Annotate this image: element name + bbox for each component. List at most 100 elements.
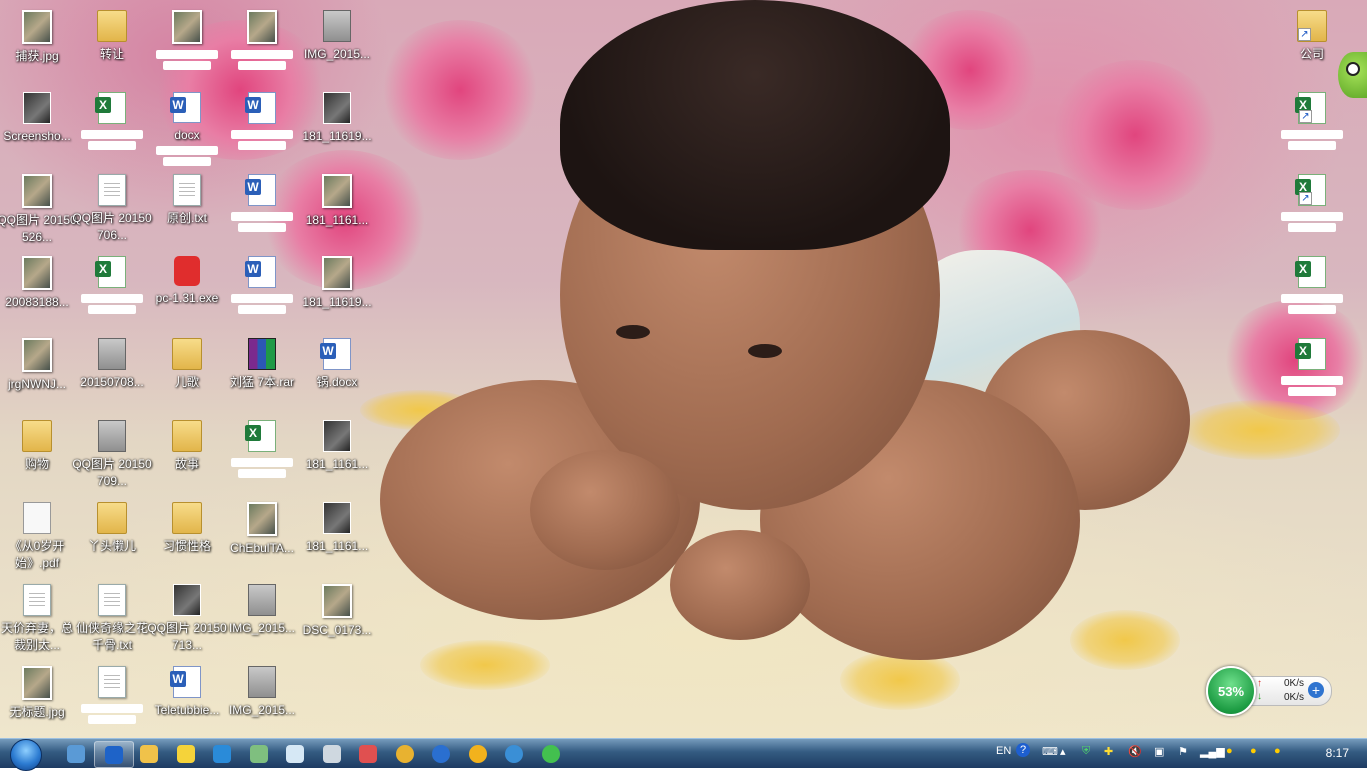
redacted-label-bar [1288, 387, 1336, 396]
qq-tray-icon[interactable]: ● [1226, 745, 1233, 757]
language-indicator[interactable]: EN [996, 745, 1011, 757]
desktop-icon[interactable]: 181_11619... [296, 84, 378, 166]
desktop-icon[interactable]: DSC_0173... [296, 576, 378, 658]
action-center-flag-icon[interactable]: ⚑ [1178, 745, 1188, 758]
desktop-icon[interactable] [221, 412, 303, 494]
mascot-widget[interactable] [1338, 52, 1367, 98]
security-shield-icon[interactable]: ⛨ [1082, 745, 1090, 758]
qq-tray-icon-3[interactable]: ● [1274, 745, 1281, 757]
redacted-label-bar [163, 157, 211, 166]
redacted-label-bar [1281, 212, 1343, 221]
desktop-icon[interactable]: Teletubbie... [146, 658, 228, 740]
taskbar-qq-button[interactable] [167, 741, 205, 766]
memory-usage-ball[interactable]: 53% [1206, 666, 1256, 716]
network-speed-widget[interactable]: 53% ↑ ↓ 0K/s 0K/s + [1206, 666, 1332, 716]
taskbar-paint-button[interactable] [349, 741, 387, 766]
taskbar-chrome-button[interactable] [386, 741, 424, 766]
desktop-icon[interactable]: 捕获.jpg [0, 2, 78, 84]
desktop-icon[interactable]: QQ图片 20150706... [71, 166, 153, 248]
taskbar-app-yellow-button[interactable] [459, 741, 497, 766]
desktop-icon[interactable]: 181_1161... [296, 494, 378, 576]
desktop-icon[interactable]: QQ图片 20150709... [71, 412, 153, 494]
desktop-icon[interactable]: 181_1161... [296, 166, 378, 248]
desktop-icon[interactable]: 原创.txt [146, 166, 228, 248]
desktop-icon-label: QQ图片 20150706... [72, 211, 152, 242]
desktop-icon[interactable] [71, 84, 153, 166]
desktop-icon[interactable] [221, 84, 303, 166]
taskbar-calculator-button[interactable] [313, 741, 351, 766]
desktop-icon[interactable]: 《从0岁开始》.pdf [0, 494, 78, 576]
desktop-icon[interactable]: 20150708... [71, 330, 153, 412]
desktop-icon-label: IMG_2015... [228, 621, 296, 635]
desktop-icon[interactable]: 仙侠奇缘之花千骨.txt [71, 576, 153, 658]
desktop-icon[interactable]: 181_1161... [296, 412, 378, 494]
taskbar-app-green-button[interactable] [532, 741, 570, 766]
word-file-icon [320, 338, 351, 370]
clock[interactable]: 8:17 [1326, 746, 1349, 760]
desktop-icon[interactable] [71, 658, 153, 740]
doc-file-icon [173, 174, 201, 206]
desktop-icon-label: 捕获.jpg [15, 49, 59, 63]
dark-file-icon [173, 584, 201, 616]
taskbar-remote-button[interactable] [240, 741, 278, 766]
excel-file-icon [245, 420, 276, 452]
taskbar: EN ? ⌨ ▴ ⛨ ✚ 🔇 ▣ ⚑ ▂▄▆ ● ● ● 8:17 [0, 738, 1367, 771]
redacted-label-bar [81, 294, 143, 303]
desktop-icon[interactable]: pc-1.31.exe [146, 248, 228, 330]
desktop-icon[interactable]: IMG_2015... [221, 576, 303, 658]
desktop-icon[interactable] [1271, 330, 1353, 412]
desktop-icon[interactable] [221, 166, 303, 248]
desktop-icon[interactable]: 转让 [71, 2, 153, 84]
desktop-icon[interactable]: Screensho... [0, 84, 78, 166]
desktop-icon[interactable]: IMG_2015... [296, 2, 378, 84]
taskbar-ie-button[interactable] [203, 741, 241, 766]
taskbar-app-2-active-button[interactable] [93, 741, 134, 768]
taskbar-explorer-button[interactable] [130, 741, 168, 766]
desktop-icon[interactable]: 习惯性格 [146, 494, 228, 576]
desktop-icon[interactable]: docx [146, 84, 228, 166]
device-icon[interactable]: ▣ [1154, 745, 1164, 758]
desktop-icon[interactable]: 丫头懒儿 [71, 494, 153, 576]
volume-muted-icon[interactable]: 🔇 [1128, 745, 1142, 758]
desktop-icon[interactable]: 故事 [146, 412, 228, 494]
desktop-icon[interactable]: 购物 [0, 412, 78, 494]
taskbar-app-1-button[interactable] [57, 741, 95, 766]
desktop-icon[interactable]: 锅.docx [296, 330, 378, 412]
desktop-icon[interactable]: jrgNWNJ... [0, 330, 78, 412]
desktop-icon[interactable]: 儿歌 [146, 330, 228, 412]
desktop-icon[interactable] [1271, 166, 1353, 248]
taskbar-app-network-button[interactable] [495, 741, 533, 766]
desktop-icon-label: 儿歌 [174, 375, 199, 389]
desktop-icon[interactable]: 181_11619... [296, 248, 378, 330]
desktop-icon[interactable] [221, 2, 303, 84]
photo-file-icon [322, 174, 352, 208]
help-icon[interactable]: ? [1016, 743, 1030, 757]
desktop-icon[interactable]: 20083188... [0, 248, 78, 330]
start-button[interactable] [6, 739, 44, 771]
desktop-icon[interactable]: QQ图片 20150713... [146, 576, 228, 658]
desktop-icon[interactable]: QQ图片 20150526... [0, 166, 78, 248]
desktop-icon[interactable] [1271, 248, 1353, 330]
desktop-icon[interactable]: 天价弃妻，总裁别太... [0, 576, 78, 658]
desktop-icon[interactable]: ChEbulTA... [221, 494, 303, 576]
folder-file-icon [97, 502, 127, 534]
desktop-icon[interactable] [221, 248, 303, 330]
tray-expand-icon[interactable]: ▴ [1060, 745, 1066, 758]
baby-hair [560, 0, 950, 250]
blanket-spot [420, 640, 550, 690]
desktop-icon[interactable] [146, 2, 228, 84]
desktop-icon[interactable] [1271, 84, 1353, 166]
taskbar-notepad-button[interactable] [276, 741, 314, 766]
desktop-icon[interactable]: 刘猛 7本.rar [221, 330, 303, 412]
qq-tray-icon-2[interactable]: ● [1250, 745, 1257, 757]
desktop-icon[interactable]: 无标题.jpg [0, 658, 78, 740]
taskbar-k-browser-button[interactable] [422, 741, 460, 766]
desktop-icon-label: ChEbulTA... [230, 541, 294, 555]
tray-app-icon[interactable]: ✚ [1104, 745, 1113, 758]
accelerate-plus-icon[interactable]: + [1308, 682, 1324, 698]
word-file-icon [245, 92, 276, 124]
keyboard-icon[interactable]: ⌨ [1042, 745, 1058, 758]
network-signal-icon[interactable]: ▂▄▆ [1200, 745, 1225, 758]
desktop-icon[interactable]: IMG_2015... [221, 658, 303, 740]
desktop-icon[interactable] [71, 248, 153, 330]
